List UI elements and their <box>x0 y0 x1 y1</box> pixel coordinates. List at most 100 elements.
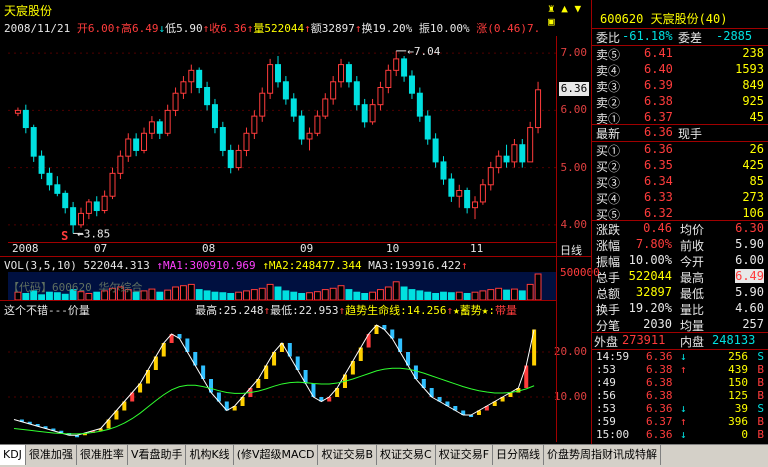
stat-row: 总手 522044 最高 6.49 <box>592 269 768 285</box>
candle-body <box>46 172 53 186</box>
down-arrow-icon[interactable]: ▼ <box>575 2 582 15</box>
candle-body <box>259 92 266 117</box>
stat-value: 4.60 <box>735 301 764 315</box>
tick-price: 6.38 <box>646 376 673 389</box>
tab-7[interactable]: 权证交易C <box>377 445 436 465</box>
sell-level-price: 6.40 <box>644 62 673 76</box>
candle-body <box>275 64 281 83</box>
volume-bar <box>424 291 432 300</box>
price-tick-label: 5.00 <box>560 160 588 174</box>
stat-label: 最低 <box>680 287 705 301</box>
current-price-tag: 6.36 <box>559 81 589 96</box>
volume-bar <box>195 289 203 300</box>
indicator-line <box>13 324 535 436</box>
price-tick-label: 6.00 <box>560 103 588 117</box>
tab-8[interactable]: 权证交易F <box>436 445 494 465</box>
buy-level-price: 6.32 <box>644 206 673 220</box>
tick-arrow: ↓ <box>680 350 687 363</box>
candle-body <box>148 121 155 134</box>
info-close: 收6.36 <box>209 22 247 35</box>
tab-0[interactable]: KDJ <box>0 445 26 465</box>
period-label[interactable]: 日线 <box>560 242 582 258</box>
tick-side: B <box>757 363 764 376</box>
tick-volume: 0 <box>741 428 748 441</box>
price-axis: 7.00 6.00 5.00 4.00 6.36 <box>557 36 591 242</box>
sell-level-row: 卖⑤ 6.41 238 <box>592 46 768 62</box>
stat-value: 257 <box>742 317 764 331</box>
stat-label: 前收 <box>680 239 705 253</box>
trend-life-line <box>13 367 535 435</box>
candle-body <box>227 149 234 169</box>
stat-row: 换手 19.20% 量比 4.60 <box>592 301 768 317</box>
candle-body <box>503 155 510 163</box>
buy-level-price: 6.33 <box>644 190 673 204</box>
info-volume: 量522044 <box>253 22 305 35</box>
volume-bar <box>440 291 447 300</box>
sell-level-price: 6.37 <box>644 110 673 124</box>
up-arrow-icon[interactable]: ▲ <box>561 2 568 15</box>
candle-body <box>487 167 494 186</box>
buy-level-label: 买④ <box>596 192 621 206</box>
stat-row: 振幅 10.00% 今开 6.00 <box>592 253 768 269</box>
vol-ma1: ↑MA1:300910.969 <box>156 259 256 272</box>
volume-bar <box>353 291 361 300</box>
tick-trade-row: :53 6.36 ↓ 39 S <box>592 402 768 415</box>
candle-body <box>424 115 431 140</box>
volume-bar <box>495 287 503 300</box>
tab-6[interactable]: 权证交易B <box>318 445 378 465</box>
tab-2[interactable]: 很准胜率 <box>77 445 128 465</box>
bell-icon[interactable]: ♜ <box>548 2 555 15</box>
indicator-chart[interactable] <box>8 316 556 442</box>
tick-price: 6.38 <box>646 363 673 376</box>
sell-level-volume: 45 <box>749 110 764 124</box>
candle-body <box>416 92 423 117</box>
candle-body <box>282 81 289 100</box>
buy-level-price: 6.36 <box>644 142 673 156</box>
candle-body <box>306 132 313 140</box>
candle-body <box>361 104 368 123</box>
close-icon[interactable]: ▣ <box>548 15 555 28</box>
info-change: 涨(0.46)7. <box>476 22 541 35</box>
volume-bar <box>211 291 219 300</box>
candle-body <box>535 89 542 129</box>
tab-3[interactable]: V看盘助手 <box>128 445 187 465</box>
volume-bar <box>290 291 298 300</box>
tab-4[interactable]: 机构K线 <box>186 445 234 465</box>
volume-bar <box>345 289 353 300</box>
candle-body <box>377 87 384 106</box>
stat-value: 32897 <box>635 285 672 299</box>
candle-body <box>196 69 203 88</box>
chart-area[interactable]: 天宸股份 2008/11/21 开6.00↑高6.49↓低5.90↑收6.36↑… <box>0 0 600 444</box>
low-marker-label: ←3.85 <box>77 227 110 240</box>
volume-bar <box>258 287 266 300</box>
candle-body <box>204 87 211 106</box>
candle-body <box>464 190 471 209</box>
tick-time: :53 <box>596 402 616 415</box>
tick-price: 6.36 <box>646 428 673 441</box>
tab-5[interactable]: (修V超级MACD <box>234 445 319 465</box>
volume-bar <box>534 273 542 300</box>
volume-bar <box>148 288 156 300</box>
volume-bar <box>329 287 337 300</box>
candle-body <box>93 201 100 212</box>
info-open: 开6.00 <box>76 22 115 35</box>
stat-value: 6.49 <box>735 269 764 283</box>
volume-bar <box>400 286 408 300</box>
candlestick-chart[interactable]: ←7.04 ←3.85 S <box>8 36 556 243</box>
stat-value: 7.80% <box>635 237 672 251</box>
vol-value: 522044.313 <box>83 259 150 272</box>
candle-body <box>511 144 518 163</box>
tick-side: B <box>757 376 764 389</box>
volume-bar <box>377 289 384 300</box>
volume-bar <box>526 283 534 300</box>
candle-body <box>393 58 400 71</box>
tab-1[interactable]: 很准加强 <box>26 445 77 465</box>
stat-label: 涨跌 <box>596 223 621 237</box>
candle-body <box>211 104 218 129</box>
tab-9[interactable]: 日分隔线 <box>493 445 545 465</box>
tab-10[interactable]: 价盘势周指财讯成特解 <box>544 445 662 465</box>
sell-level-row: 卖③ 6.39 849 <box>592 78 768 94</box>
tick-time: :49 <box>596 376 616 389</box>
axis-divider <box>556 36 557 442</box>
volume-bar <box>187 283 195 300</box>
